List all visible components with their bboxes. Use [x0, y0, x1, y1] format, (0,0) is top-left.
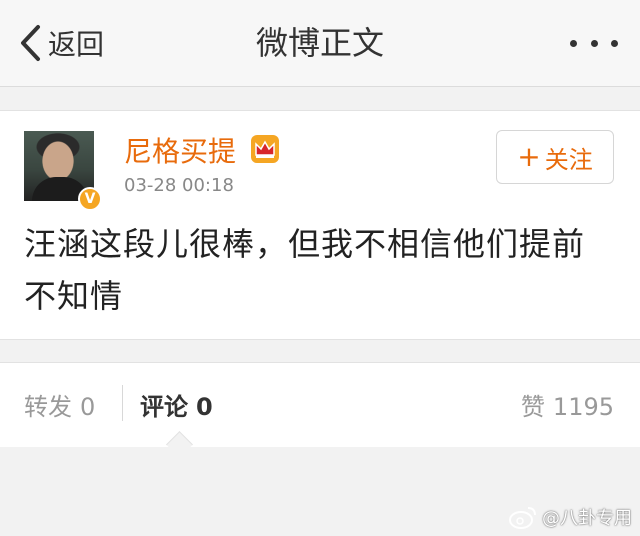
repost-label: 转发	[24, 393, 72, 421]
tab-comment[interactable]: 评论 0	[140, 387, 213, 422]
post-time: 03-28 00:18	[124, 175, 234, 196]
plus-icon: +	[517, 140, 541, 173]
comment-count: 0	[196, 393, 213, 421]
avatar[interactable]: V	[24, 131, 102, 211]
more-button[interactable]	[570, 28, 618, 58]
tab-repost[interactable]: 转发 0	[24, 387, 95, 422]
page-title: 微博正文	[255, 24, 384, 62]
weibo-logo-icon	[509, 507, 536, 529]
follow-label: 关注	[544, 145, 593, 174]
tab-divider	[122, 385, 123, 421]
watermark-text: @八卦专用	[542, 508, 632, 529]
crown-icon	[251, 135, 279, 163]
tab-like[interactable]: 赞 1195	[521, 387, 614, 422]
top-navigation-bar: 返回 微博正文	[0, 0, 640, 87]
comment-label: 评论	[140, 393, 188, 421]
author-name[interactable]: 尼格买提	[124, 130, 236, 170]
follow-button[interactable]: + 关注	[496, 130, 614, 184]
repost-count: 0	[80, 393, 96, 421]
more-icon	[570, 39, 577, 47]
watermark: @八卦专用	[508, 504, 632, 530]
interaction-tabs: 转发 0 评论 0 赞 1195	[0, 362, 640, 458]
post-text: 汪涵这段儿很棒，但我不相信他们提前不知情	[24, 225, 586, 315]
like-count: 1195	[552, 393, 614, 421]
like-label: 赞	[520, 393, 545, 421]
verified-icon: V	[78, 187, 102, 211]
